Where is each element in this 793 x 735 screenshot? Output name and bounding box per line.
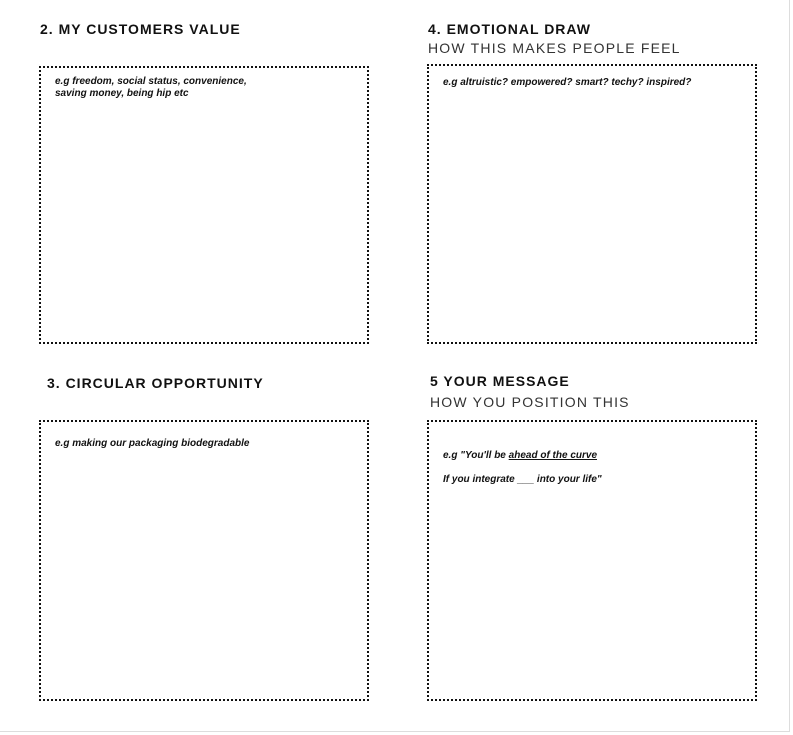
your-message-hint: e.g "You'll be ahead of the curve If you… xyxy=(443,438,602,486)
emotional-draw-subtitle: HOW THIS MAKES PEOPLE FEEL xyxy=(428,40,681,56)
circular-opportunity-hint: e.g making our packaging biodegradable xyxy=(55,438,250,449)
emotional-draw-box[interactable]: e.g altruistic? empowered? smart? techy?… xyxy=(427,64,757,344)
hint-line2: If you integrate ___ into your life" xyxy=(443,474,602,485)
your-message-box[interactable]: e.g "You'll be ahead of the curve If you… xyxy=(427,420,757,701)
customers-value-heading: 2. MY CUSTOMERS VALUE xyxy=(40,21,241,37)
emotional-draw-heading: 4. EMOTIONAL DRAW xyxy=(428,21,591,37)
emotional-draw-hint: e.g altruistic? empowered? smart? techy?… xyxy=(443,77,692,88)
circular-opportunity-heading: 3. CIRCULAR OPPORTUNITY xyxy=(47,375,264,391)
worksheet-page: 2. MY CUSTOMERS VALUE e.g freedom, socia… xyxy=(0,0,790,732)
hint-prefix: e.g "You'll be xyxy=(443,450,509,461)
your-message-subtitle: HOW YOU POSITION THIS xyxy=(430,394,630,410)
circular-opportunity-box[interactable]: e.g making our packaging biodegradable xyxy=(39,420,369,701)
hint-underlined: ahead of the curve xyxy=(508,450,598,461)
customers-value-box[interactable]: e.g freedom, social status, convenience,… xyxy=(39,66,369,344)
customers-value-hint: e.g freedom, social status, convenience,… xyxy=(55,76,247,99)
your-message-heading: 5 YOUR MESSAGE xyxy=(430,373,570,389)
